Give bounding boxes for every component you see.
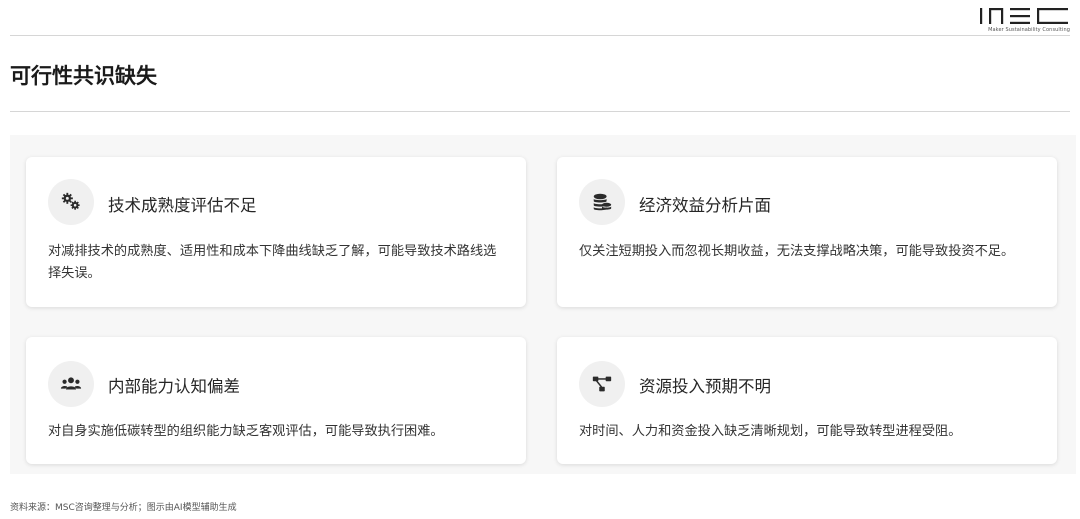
card-title: 资源投入预期不明	[639, 377, 771, 396]
card-description: 仅关注短期投入而忽视长期收益，无法支撑战略决策，可能导致投资不足。	[579, 244, 1015, 259]
cards-panel: 技术成熟度评估不足 对减排技术的成熟度、适用性和成本下降曲线缺乏了解，可能导致技…	[10, 135, 1076, 474]
card-description: 对自身实施低碳转型的组织能力缺乏客观评估，可能导致执行困难。	[48, 424, 444, 439]
card-icon-wrap	[579, 179, 625, 225]
card-icon-wrap	[48, 361, 94, 407]
card-title: 内部能力认知偏差	[108, 377, 240, 396]
brand-tagline: Maker Sustainability Consulting	[988, 27, 1070, 33]
page-title: 可行性共识缺失	[10, 63, 157, 88]
card-icon-wrap	[579, 361, 625, 407]
card-description: 对时间、人力和资金投入缺乏清晰规划，可能导致转型进程受阻。	[579, 424, 962, 439]
gears-icon	[61, 192, 80, 210]
header-divider	[10, 35, 1070, 36]
title-divider	[10, 111, 1070, 112]
msc-logo-mark	[980, 8, 1068, 24]
coins-icon	[593, 193, 612, 211]
msc-logo: Maker Sustainability Consulting	[978, 6, 1070, 34]
card-icon-wrap	[48, 179, 94, 225]
project-diagram-icon	[592, 376, 612, 392]
card-economic-analysis: 经济效益分析片面 仅关注短期投入而忽视长期收益，无法支撑战略决策，可能导致投资不…	[557, 157, 1057, 307]
card-internal-capability: 内部能力认知偏差 对自身实施低碳转型的组织能力缺乏客观评估，可能导致执行困难。	[26, 337, 526, 464]
card-description: 对减排技术的成熟度、适用性和成本下降曲线缺乏了解，可能导致技术路线选择失误。	[48, 244, 497, 281]
users-icon	[60, 377, 82, 390]
source-note: 资料来源：MSC咨询整理与分析；图示由AI模型辅助生成	[10, 503, 237, 513]
card-resource-planning: 资源投入预期不明 对时间、人力和资金投入缺乏清晰规划，可能导致转型进程受阻。	[557, 337, 1057, 464]
card-technology-maturity: 技术成熟度评估不足 对减排技术的成熟度、适用性和成本下降曲线缺乏了解，可能导致技…	[26, 157, 526, 307]
card-title: 技术成熟度评估不足	[108, 196, 257, 215]
card-title: 经济效益分析片面	[639, 196, 771, 215]
